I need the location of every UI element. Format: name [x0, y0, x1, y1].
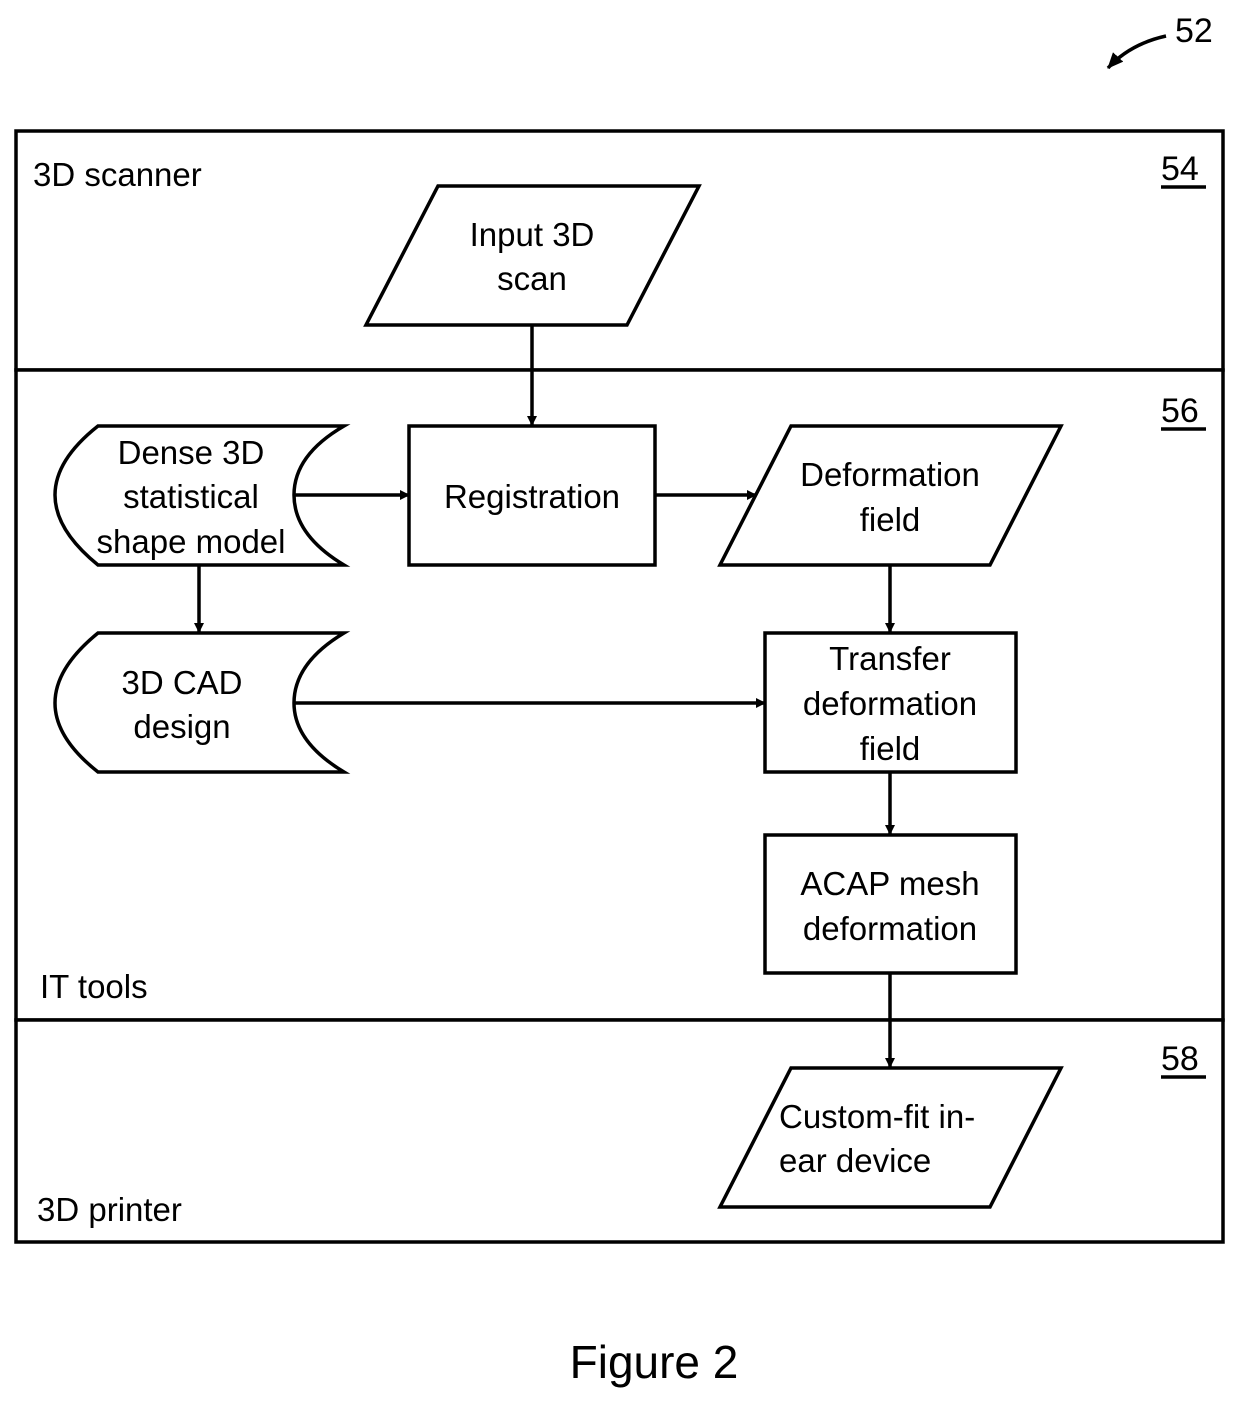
node-label-line: field — [860, 730, 921, 767]
ref-pointer-arrow — [1106, 34, 1167, 70]
lane-3d-printer: 3D printer 58 — [14, 1018, 1225, 1244]
lane-label: 3D printer — [37, 1191, 182, 1228]
node-label-line: 3D CAD — [121, 664, 242, 701]
flowchart-diagram: 52 3D scanner 54 IT tools 56 3D printer … — [14, 12, 1225, 1388]
figure-caption: Figure 2 — [570, 1336, 739, 1388]
lane-label: IT tools — [40, 968, 148, 1005]
node-label-line: ACAP mesh — [800, 865, 979, 902]
node-acap-mesh-deformation: ACAP mesh deformation — [763, 833, 1018, 975]
node-label-line: Registration — [444, 478, 620, 515]
node-label-line: shape model — [97, 523, 286, 560]
node-label-line: deformation — [803, 910, 977, 947]
lane-box — [14, 1018, 1225, 1244]
node-registration: Registration — [407, 424, 657, 567]
lane-label: 3D scanner — [33, 156, 202, 193]
node-label-line: Input 3D — [470, 216, 595, 253]
node-label-line: Transfer — [829, 640, 951, 677]
node-label-line: ear device — [779, 1142, 931, 1179]
node-label-line: design — [133, 708, 230, 745]
process-shape — [763, 833, 1018, 975]
node-label-line: Deformation — [800, 456, 980, 493]
lane-ref: 54 — [1161, 150, 1199, 188]
node-label-line: deformation — [803, 685, 977, 722]
node-label-line: Custom-fit in- — [779, 1098, 975, 1135]
node-label-line: Dense 3D — [118, 434, 265, 471]
node-label-line: scan — [497, 260, 567, 297]
figure-ref-number: 52 — [1175, 12, 1213, 50]
lane-ref: 56 — [1161, 392, 1199, 430]
node-label-line: field — [860, 501, 921, 538]
node-transfer-deformation-field: Transfer deformation field — [763, 631, 1018, 774]
lane-ref: 58 — [1161, 1040, 1199, 1078]
node-label-line: statistical — [123, 478, 259, 515]
